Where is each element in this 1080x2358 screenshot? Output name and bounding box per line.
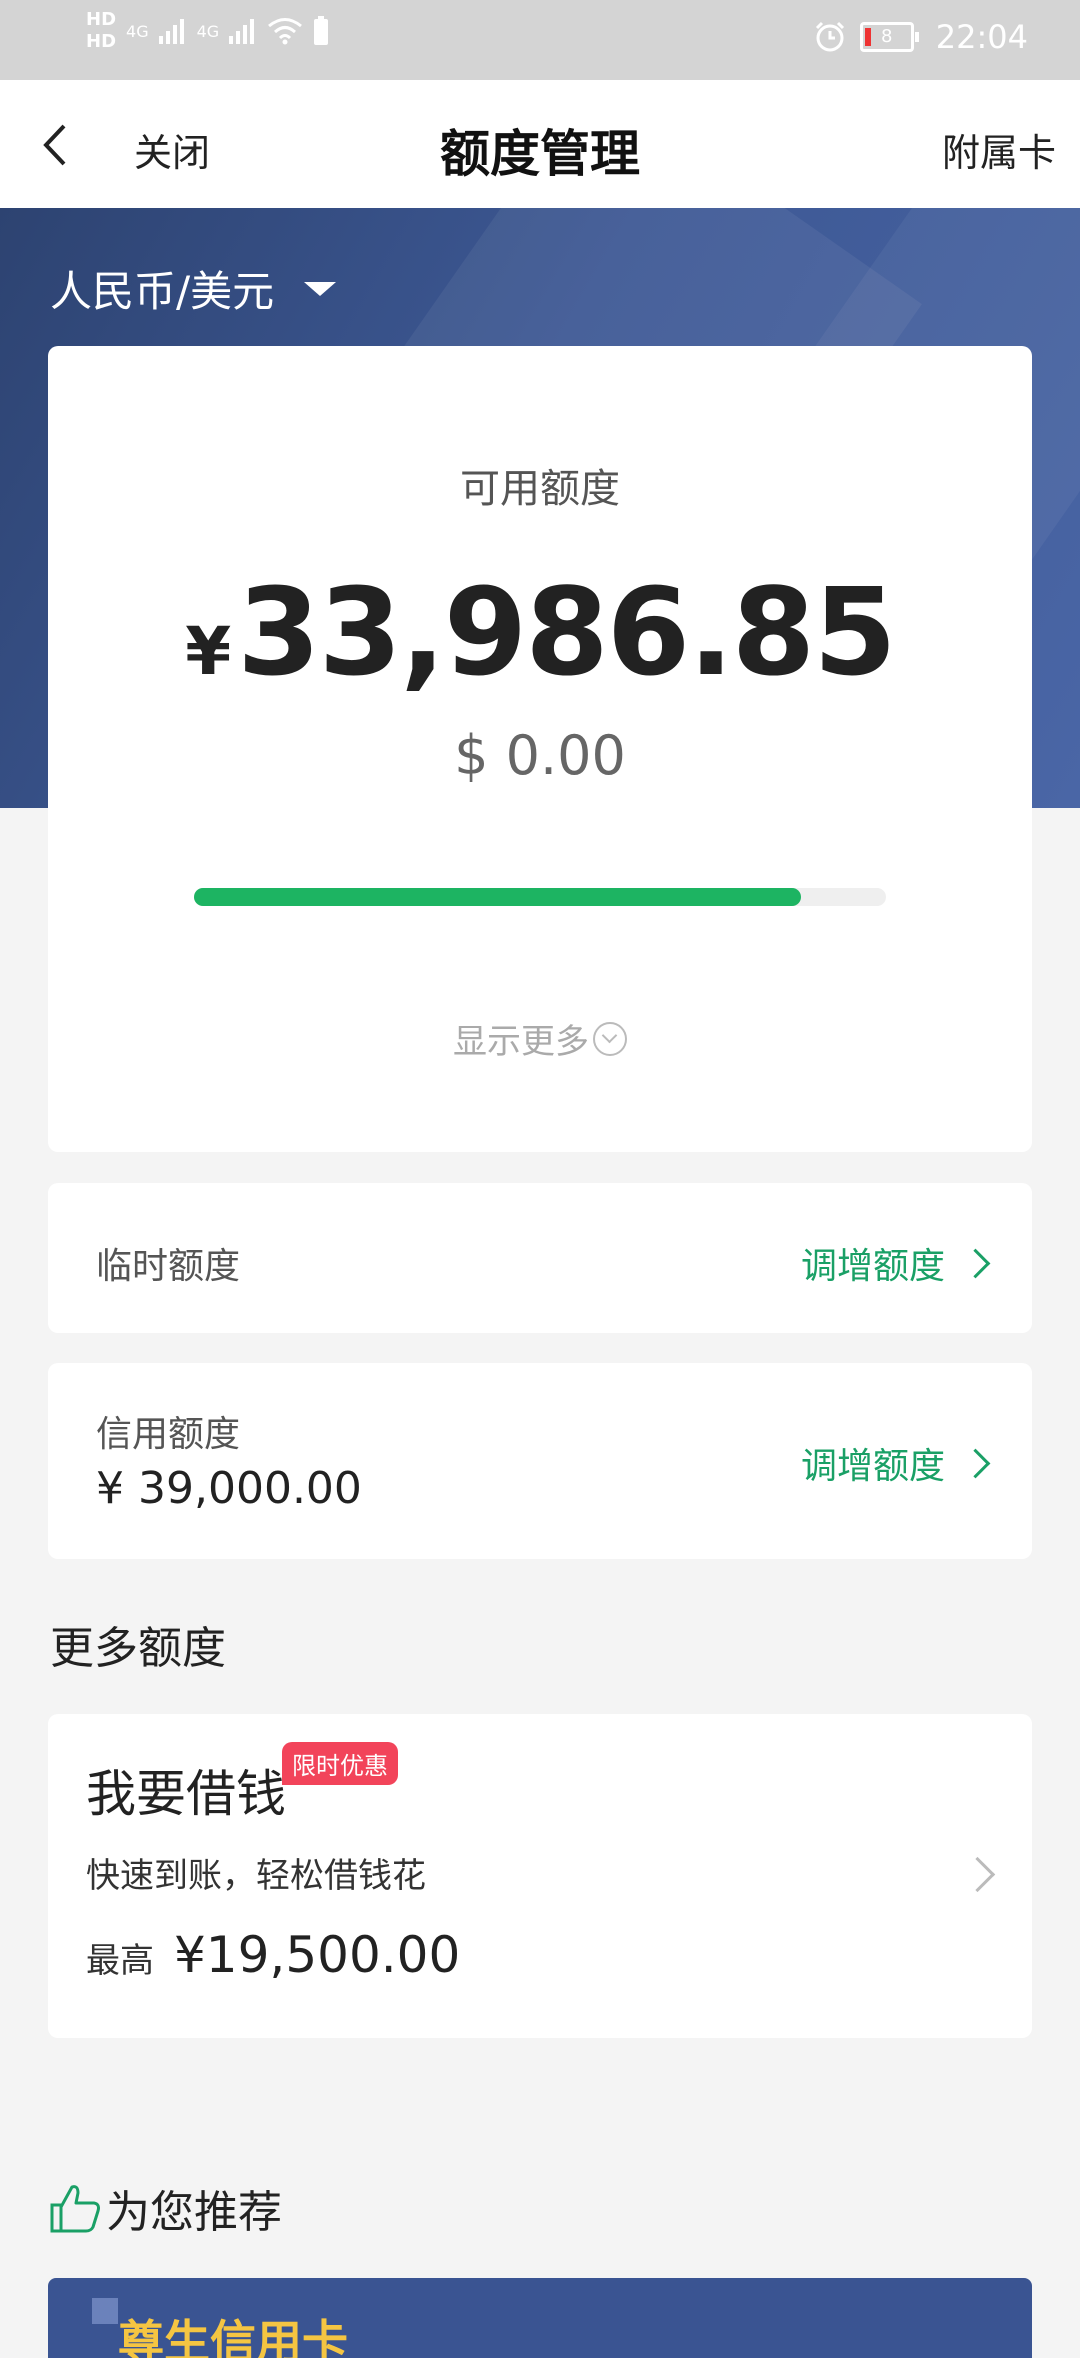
recommend-title: 为您推荐 <box>106 2187 282 2238</box>
show-more-label: 显示更多 <box>453 1022 589 1062</box>
currency-selector-value: 人民币/美元 <box>50 267 275 316</box>
credit-limit-value: ¥ 39,000.00 <box>96 1463 362 1514</box>
chevron-right-icon <box>959 1856 996 1893</box>
show-more-button[interactable]: 显示更多 <box>48 1014 1032 1063</box>
loan-max-value: ¥19,500.00 <box>174 1926 461 1984</box>
clock: 22:04 <box>935 18 1028 56</box>
hd-badge: HD <box>86 31 117 52</box>
available-credit-label: 可用额度 <box>460 466 620 512</box>
battery-icon: 8 <box>859 22 919 52</box>
increase-credit-limit-button[interactable]: 调增额度 <box>800 1437 991 1489</box>
banner-decoration <box>92 2298 118 2324</box>
temporary-limit-row[interactable]: 临时额度 调增额度 <box>48 1183 1032 1333</box>
wifi-icon <box>268 18 303 45</box>
available-credit-card: 可用额度 ¥33,986.85 $ 0.00 显示更多 <box>48 346 1032 1152</box>
usd-available-value: $ 0.00 <box>454 724 626 787</box>
more-limits-heading: 更多额度 <box>50 1623 226 1674</box>
alarm-icon <box>815 21 844 52</box>
signal-icon <box>158 19 184 44</box>
status-bar: HD HD 4G 4G 8 22:04 <box>0 0 1080 80</box>
increase-limit-label: 调增额度 <box>800 1446 945 1487</box>
banner-text: 尊生信用卡 <box>118 2315 348 2358</box>
loan-subtitle: 快速到账，轻松借钱花 <box>86 1856 426 1896</box>
signal-icon <box>229 19 255 44</box>
recommend-heading: 为您推荐 <box>48 2176 282 2240</box>
promo-banner[interactable]: 尊生信用卡 <box>48 2278 1032 2358</box>
currency-selector[interactable]: 人民币/美元 <box>50 258 337 319</box>
signal-label: 4G <box>196 21 220 41</box>
usage-progress-fill <box>194 888 801 906</box>
loan-max-amount: 最高 ¥19,500.00 <box>86 1926 460 1984</box>
nav-bar: 关闭 额度管理 附属卡 <box>0 80 1080 208</box>
loan-max-label: 最高 <box>86 1941 154 1981</box>
increase-temporary-limit-button[interactable]: 调增额度 <box>800 1237 991 1289</box>
page-title: 额度管理 <box>440 125 640 183</box>
increase-limit-label: 调增额度 <box>800 1246 945 1287</box>
credit-limit-row[interactable]: 信用额度 ¥ 39,000.00 调增额度 <box>48 1363 1032 1559</box>
status-right: 8 22:04 <box>814 18 1028 56</box>
signal-label: 4G <box>126 21 149 41</box>
loan-offer-card[interactable]: 我要借钱 限时优惠 快速到账，轻松借钱花 最高 ¥19,500.00 <box>48 1714 1032 2038</box>
loan-title: 我要借钱 <box>86 1765 286 1823</box>
status-left: HD HD 4G 4G <box>86 10 329 52</box>
sim-battery-icon <box>314 16 329 45</box>
caret-down-icon <box>304 281 337 296</box>
credit-limit-label: 信用额度 <box>96 1414 241 1455</box>
hd-badge: HD <box>86 9 117 30</box>
chevron-right-icon <box>960 1248 991 1278</box>
temporary-limit-label: 临时额度 <box>96 1246 241 1287</box>
chevron-right-icon <box>960 1448 991 1478</box>
usage-progress-bar <box>194 888 886 906</box>
promo-badge: 限时优惠 <box>282 1742 398 1785</box>
available-credit-amount: ¥33,986.85 <box>48 564 1032 703</box>
supplementary-card-link[interactable]: 附属卡 <box>942 122 1056 177</box>
currency-symbol: ¥ <box>185 613 232 690</box>
thumbs-up-icon <box>50 2185 100 2233</box>
hd-badges: HD HD <box>86 10 116 52</box>
chevron-down-circle-icon <box>593 1021 627 1056</box>
available-credit-value: 33,986.85 <box>237 564 897 703</box>
